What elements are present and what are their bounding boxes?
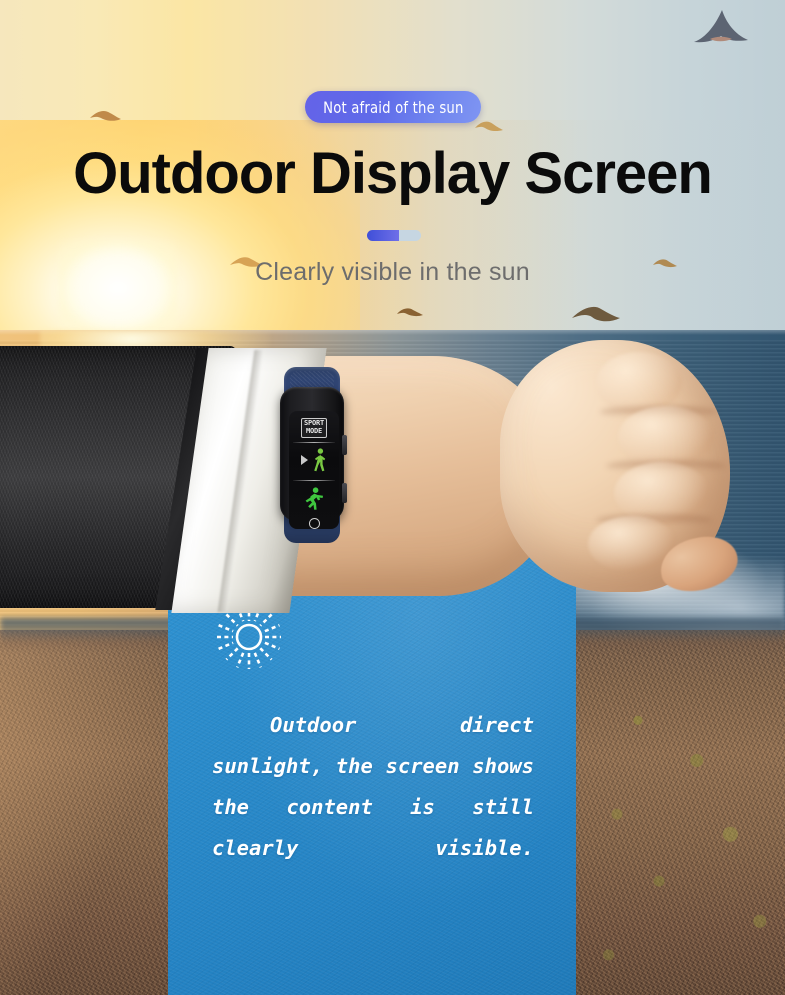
band-side-button[interactable] bbox=[342, 483, 347, 503]
band-side-button[interactable] bbox=[342, 435, 347, 455]
divider-accent-segment bbox=[367, 230, 400, 241]
fitness-band[interactable]: SPORT MODE bbox=[278, 367, 347, 543]
arm-and-hand bbox=[0, 330, 785, 630]
knuckle bbox=[618, 406, 714, 468]
circle-home-icon[interactable] bbox=[308, 518, 320, 529]
sport-mode-label: SPORT MODE bbox=[300, 418, 328, 438]
sport-mode-running-row[interactable] bbox=[289, 481, 339, 516]
wet-sand-highlight bbox=[0, 630, 190, 995]
sport-mode-walking-row[interactable] bbox=[289, 443, 339, 476]
page-title: Outdoor Display Screen bbox=[73, 141, 713, 206]
page-subtitle: Clearly visible in the sun bbox=[255, 258, 530, 286]
band-body: SPORT MODE bbox=[280, 387, 347, 529]
band-display[interactable]: SPORT MODE bbox=[289, 411, 339, 529]
sun-core bbox=[58, 240, 178, 336]
beach-moss-patches bbox=[575, 660, 785, 995]
divider-bar bbox=[367, 230, 421, 241]
play-triangle-icon bbox=[300, 454, 308, 465]
running-figure-icon bbox=[305, 487, 323, 510]
walking-figure-icon bbox=[313, 447, 325, 471]
knuckle bbox=[596, 352, 682, 414]
sport-mode-line-2: MODE bbox=[305, 426, 323, 435]
divider-track-segment bbox=[399, 230, 421, 241]
panel-body-text: Outdoor direct sunlight, the screen show… bbox=[212, 713, 534, 860]
knuckle bbox=[614, 462, 710, 524]
tagline-badge-label: Not afraid of the sun bbox=[322, 97, 464, 117]
product-banner: Outdoor direct sunlight, the screen show… bbox=[0, 0, 785, 995]
tagline-badge: Not afraid of the sun bbox=[305, 91, 481, 123]
